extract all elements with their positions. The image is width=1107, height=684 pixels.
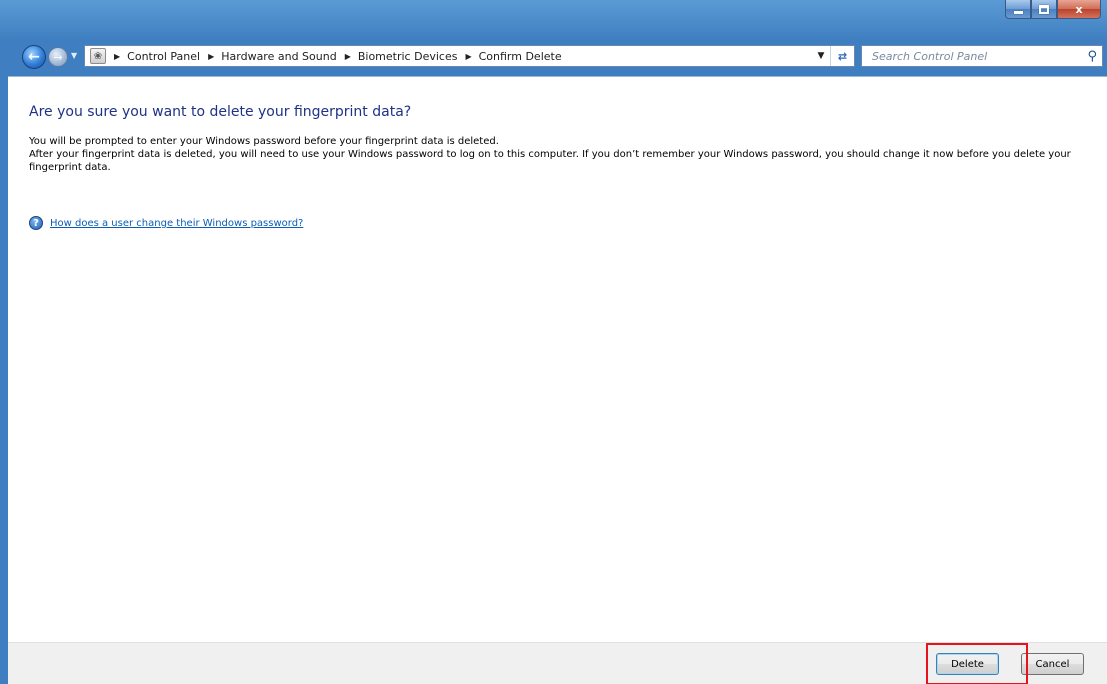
fingerprint-icon: ❀ — [90, 48, 106, 64]
chevron-right-icon[interactable]: ▶ — [465, 52, 471, 61]
instruction-text: You will be prompted to enter your Windo… — [29, 136, 499, 147]
maximize-button[interactable] — [1031, 0, 1057, 19]
close-button[interactable]: x — [1057, 0, 1101, 19]
maximize-icon — [1039, 4, 1049, 14]
breadcrumb-biometric-devices[interactable]: Biometric Devices — [358, 50, 458, 63]
back-arrow-icon: ← — [28, 49, 40, 65]
refresh-icon[interactable]: ⇄ — [830, 46, 854, 66]
close-icon: x — [1075, 2, 1083, 16]
warning-text: After your fingerprint data is deleted, … — [29, 149, 1071, 173]
help-row: ? How does a user change their Windows p… — [29, 216, 303, 230]
breadcrumb: ▶ Control Panel ▶ Hardware and Sound ▶ B… — [106, 50, 562, 63]
navigation-bar: ← → ▼ ❀ ▶ Control Panel ▶ Hardware and S… — [0, 42, 1107, 70]
chevron-right-icon[interactable]: ▶ — [114, 52, 120, 61]
help-icon: ? — [29, 216, 43, 230]
page-title: Are you sure you want to delete your fin… — [29, 104, 412, 120]
chevron-right-icon[interactable]: ▶ — [345, 52, 351, 61]
delete-button[interactable]: Delete — [936, 653, 999, 675]
back-button[interactable]: ← — [22, 45, 46, 69]
address-bar[interactable]: ❀ ▶ Control Panel ▶ Hardware and Sound ▶… — [84, 45, 855, 67]
minimize-icon — [1013, 10, 1023, 14]
title-bar: x — [0, 0, 1107, 38]
content-pane: Are you sure you want to delete your fin… — [8, 76, 1107, 642]
recent-pages-dropdown[interactable]: ▼ — [71, 51, 77, 60]
help-link[interactable]: How does a user change their Windows pas… — [50, 218, 303, 229]
search-input[interactable] — [862, 49, 1062, 63]
caption-buttons: x — [1005, 0, 1101, 19]
footer-bar: Delete Cancel — [8, 642, 1107, 684]
breadcrumb-hardware-and-sound[interactable]: Hardware and Sound — [221, 50, 336, 63]
chevron-right-icon[interactable]: ▶ — [208, 52, 214, 61]
address-controls: ▼ ⇄ — [812, 46, 854, 66]
minimize-button[interactable] — [1005, 0, 1031, 19]
search-box: ⚲ — [861, 45, 1103, 67]
search-icon[interactable]: ⚲ — [1087, 49, 1097, 64]
forward-arrow-icon: → — [53, 50, 63, 64]
breadcrumb-control-panel[interactable]: Control Panel — [127, 50, 200, 63]
breadcrumb-confirm-delete[interactable]: Confirm Delete — [479, 50, 562, 63]
cancel-button[interactable]: Cancel — [1021, 653, 1084, 675]
forward-button[interactable]: → — [48, 47, 68, 67]
address-dropdown-icon[interactable]: ▼ — [812, 51, 830, 61]
